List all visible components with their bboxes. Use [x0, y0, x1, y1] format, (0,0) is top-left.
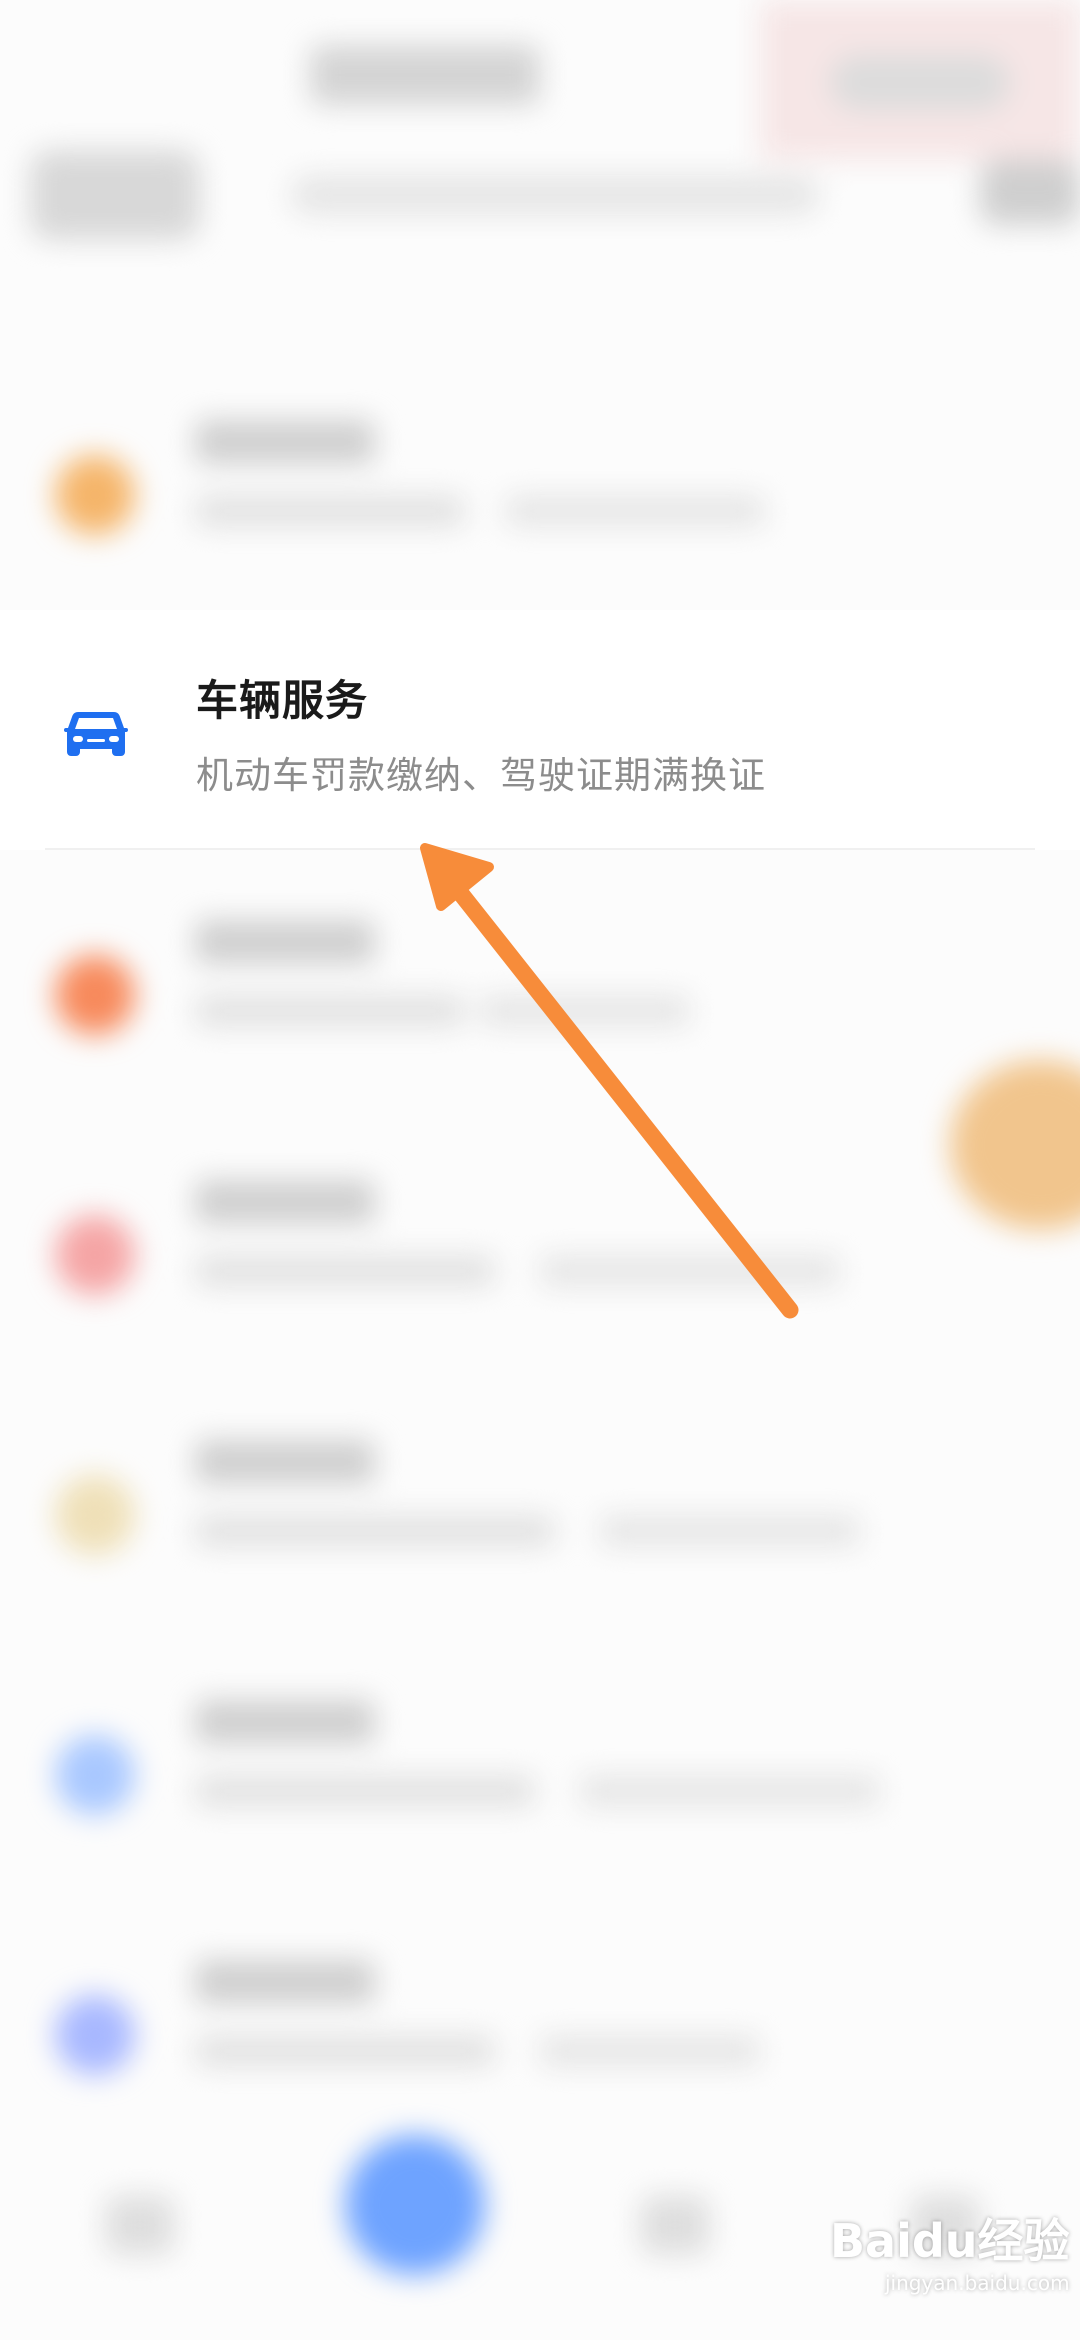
nav-icon[interactable] [105, 2195, 175, 2255]
nav-center-button[interactable] [345, 2135, 485, 2275]
header-bar-placeholder [290, 175, 820, 215]
list-item[interactable] [0, 870, 1080, 1120]
list-item-subtitle-placeholder [540, 1255, 840, 1287]
list-item-title-placeholder [195, 920, 375, 964]
list-item[interactable] [0, 1390, 1080, 1640]
list-item[interactable] [0, 1130, 1080, 1380]
watermark-url: jingyan.baidu.com [884, 2271, 1070, 2295]
list-item-subtitle-placeholder [195, 2035, 495, 2067]
service-icon [55, 1215, 135, 1295]
list-item-subtitle-placeholder [540, 2035, 760, 2067]
list-item-subtitle-placeholder [600, 1515, 860, 1547]
service-icon [55, 955, 135, 1035]
list-item[interactable] [0, 1910, 1080, 2160]
service-icon [55, 455, 135, 535]
header-right-placeholder[interactable] [980, 160, 1080, 225]
divider [45, 848, 1035, 850]
list-item-title-placeholder [195, 1700, 375, 1744]
nav-icon[interactable] [640, 2195, 710, 2255]
car-icon [64, 712, 128, 756]
service-icon [55, 1475, 135, 1555]
header-left-placeholder[interactable] [30, 150, 200, 240]
list-item-subtitle-placeholder [195, 1255, 495, 1287]
list-item[interactable] [0, 370, 1080, 620]
service-icon [55, 1735, 135, 1815]
list-item-vehicle-service[interactable]: 车辆服务 机动车罚款缴纳、驾驶证期满换证 [0, 610, 1080, 850]
list-item-subtitle-placeholder [195, 495, 465, 527]
list-item-subtitle-placeholder [195, 995, 465, 1027]
list-item-subtitle: 机动车罚款缴纳、驾驶证期满换证 [196, 754, 766, 797]
header-title-placeholder [310, 45, 540, 105]
list-item-subtitle-placeholder [195, 1775, 535, 1807]
list-item-subtitle-placeholder [195, 1515, 555, 1547]
service-icon [55, 1995, 135, 2075]
watermark-logo: Baidu经验 jingyan.baidu.com [830, 2205, 1070, 2295]
list-item-title: 车辆服务 [196, 676, 369, 725]
list-item-subtitle-placeholder [480, 995, 690, 1027]
list-item-title-placeholder [195, 1180, 375, 1224]
header-action-placeholder[interactable] [830, 55, 1010, 110]
list-item-subtitle-placeholder [505, 495, 765, 527]
list-item-subtitle-placeholder [580, 1775, 880, 1807]
list-item-title-placeholder [195, 1960, 375, 2004]
watermark-brand: Baidu经验 [830, 2214, 1070, 2268]
list-item-title-placeholder [195, 1440, 375, 1484]
list-item-title-placeholder [195, 420, 375, 464]
list-item[interactable] [0, 1650, 1080, 1900]
